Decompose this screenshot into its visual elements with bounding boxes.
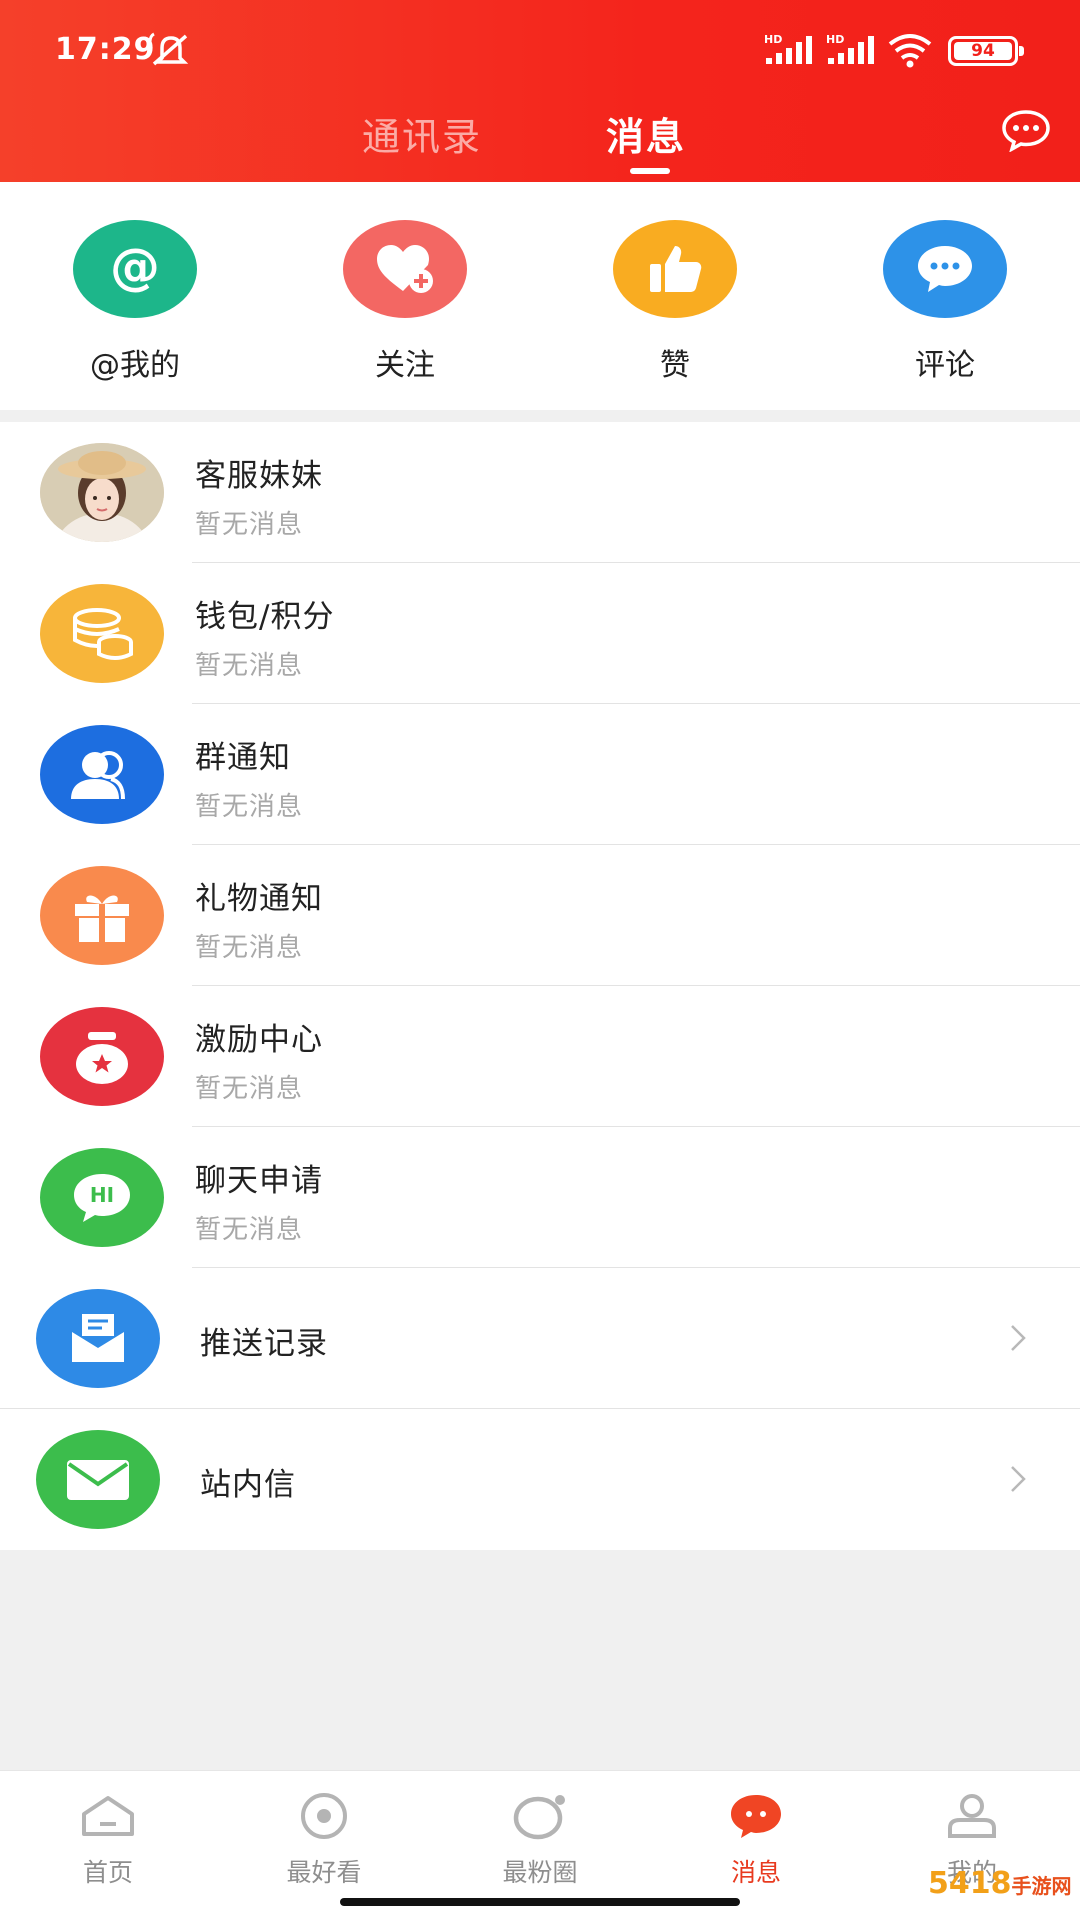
list-item-site-mail[interactable]: 站内信 [0,1409,1080,1550]
list-item-title: 激励中心 [195,1022,323,1058]
quick-action-likes[interactable]: 赞 [585,220,765,384]
list-item-title: 礼物通知 [195,881,323,917]
list-item-title: 群通知 [195,740,291,776]
list-item-wallet[interactable]: 钱包/积分 暂无消息 [0,563,1080,704]
quick-action-comments[interactable]: 评论 [855,220,1035,384]
quick-action-label: 赞 [660,348,690,383]
avatar [40,443,164,542]
battery-indicator: 94 [948,36,1024,66]
status-time: 17:29 [55,32,156,67]
active-tab-indicator [630,168,670,174]
nav-label: 消息 [730,1858,781,1887]
list-item-push-records[interactable]: 推送记录 [0,1268,1080,1409]
chat-bubble-icon[interactable] [1000,108,1052,152]
list-item-subtitle: 暂无消息 [195,792,304,822]
message-icon [726,1791,786,1841]
list-item-gift-notice[interactable]: 礼物通知 暂无消息 [0,845,1080,986]
heart-plus-icon [343,220,467,318]
home-icon [78,1791,138,1841]
hi-icon: HI [40,1148,164,1247]
tab-messages[interactable]: 消息 [606,106,686,161]
list-item-subtitle: 暂无消息 [195,651,304,681]
list-item-subtitle: 暂无消息 [195,933,304,963]
list-item-customer-service[interactable]: 客服妹妹 暂无消息 [0,422,1080,563]
list-item-title: 客服妹妹 [195,458,323,494]
signal-2-icon: HD [826,33,874,64]
quick-action-follow[interactable]: 关注 [315,220,495,384]
status-bar: 17:29 HD HD 94 [0,0,1080,100]
nav-label: 最好看 [286,1858,362,1887]
nav-label: 首页 [82,1858,133,1887]
push-record-icon [36,1289,160,1388]
header-tabs: 通讯录 消息 [0,100,1080,182]
at-icon: @ [73,220,197,318]
chevron-right-icon [1011,1466,1026,1492]
quick-action-label: 评论 [915,348,975,383]
quick-action-label: 关注 [375,348,435,383]
tab-contacts[interactable]: 通讯录 [362,106,482,161]
svg-text:HD: HD [764,33,782,46]
message-list: 客服妹妹 暂无消息 钱包/积分 暂无消息 群通知 暂无消息 礼物通知 暂无消息 … [0,422,1080,1550]
list-item-subtitle: 暂无消息 [195,1074,304,1104]
app-header: 17:29 HD HD 94 通讯录 消息 [0,0,1080,182]
svg-text:HD: HD [826,33,844,46]
home-indicator[interactable] [340,1898,740,1906]
circle-icon [510,1791,570,1841]
profile-icon [942,1791,1002,1841]
nav-messages[interactable]: 消息 [696,1791,816,1889]
list-item-title: 推送记录 [200,1326,328,1362]
thumbs-up-icon [613,220,737,318]
chevron-right-icon [1011,1325,1026,1351]
nav-fan-circle[interactable]: 最粉圈 [480,1791,600,1889]
reward-icon [40,1007,164,1106]
eye-icon [294,1791,354,1841]
list-item-title: 聊天申请 [195,1163,323,1199]
signal-1-icon: HD [764,33,812,64]
quick-actions: @ @我的 关注 赞 评论 [0,182,1080,410]
list-item-title: 钱包/积分 [195,599,335,635]
quick-action-mentions[interactable]: @ @我的 [45,220,225,384]
comment-icon [883,220,1007,318]
list-item-title: 站内信 [200,1467,296,1503]
gift-icon [40,866,164,965]
mail-icon [36,1430,160,1529]
nav-best-looking[interactable]: 最好看 [264,1791,384,1889]
list-item-subtitle: 暂无消息 [195,510,304,540]
quick-action-label: @我的 [90,348,180,383]
mute-notifications-icon [148,32,189,66]
coins-icon [40,584,164,683]
svg-text:HI: HI [90,1183,114,1207]
watermark-sub: 手游网 [1011,1874,1072,1898]
svg-text:@: @ [110,238,160,296]
list-item-chat-request[interactable]: HI 聊天申请 暂无消息 [0,1127,1080,1268]
nav-home[interactable]: 首页 [48,1791,168,1889]
list-item-group-notice[interactable]: 群通知 暂无消息 [0,704,1080,845]
watermark-main: 5418 [928,1866,1012,1901]
list-item-subtitle: 暂无消息 [195,1215,304,1245]
battery-level: 94 [954,42,1012,60]
wifi-icon [888,34,932,68]
nav-label: 最粉圈 [502,1858,578,1887]
list-item-reward-center[interactable]: 激励中心 暂无消息 [0,986,1080,1127]
group-icon [40,725,164,824]
watermark-logo: 5418手游网 [928,1866,1072,1901]
